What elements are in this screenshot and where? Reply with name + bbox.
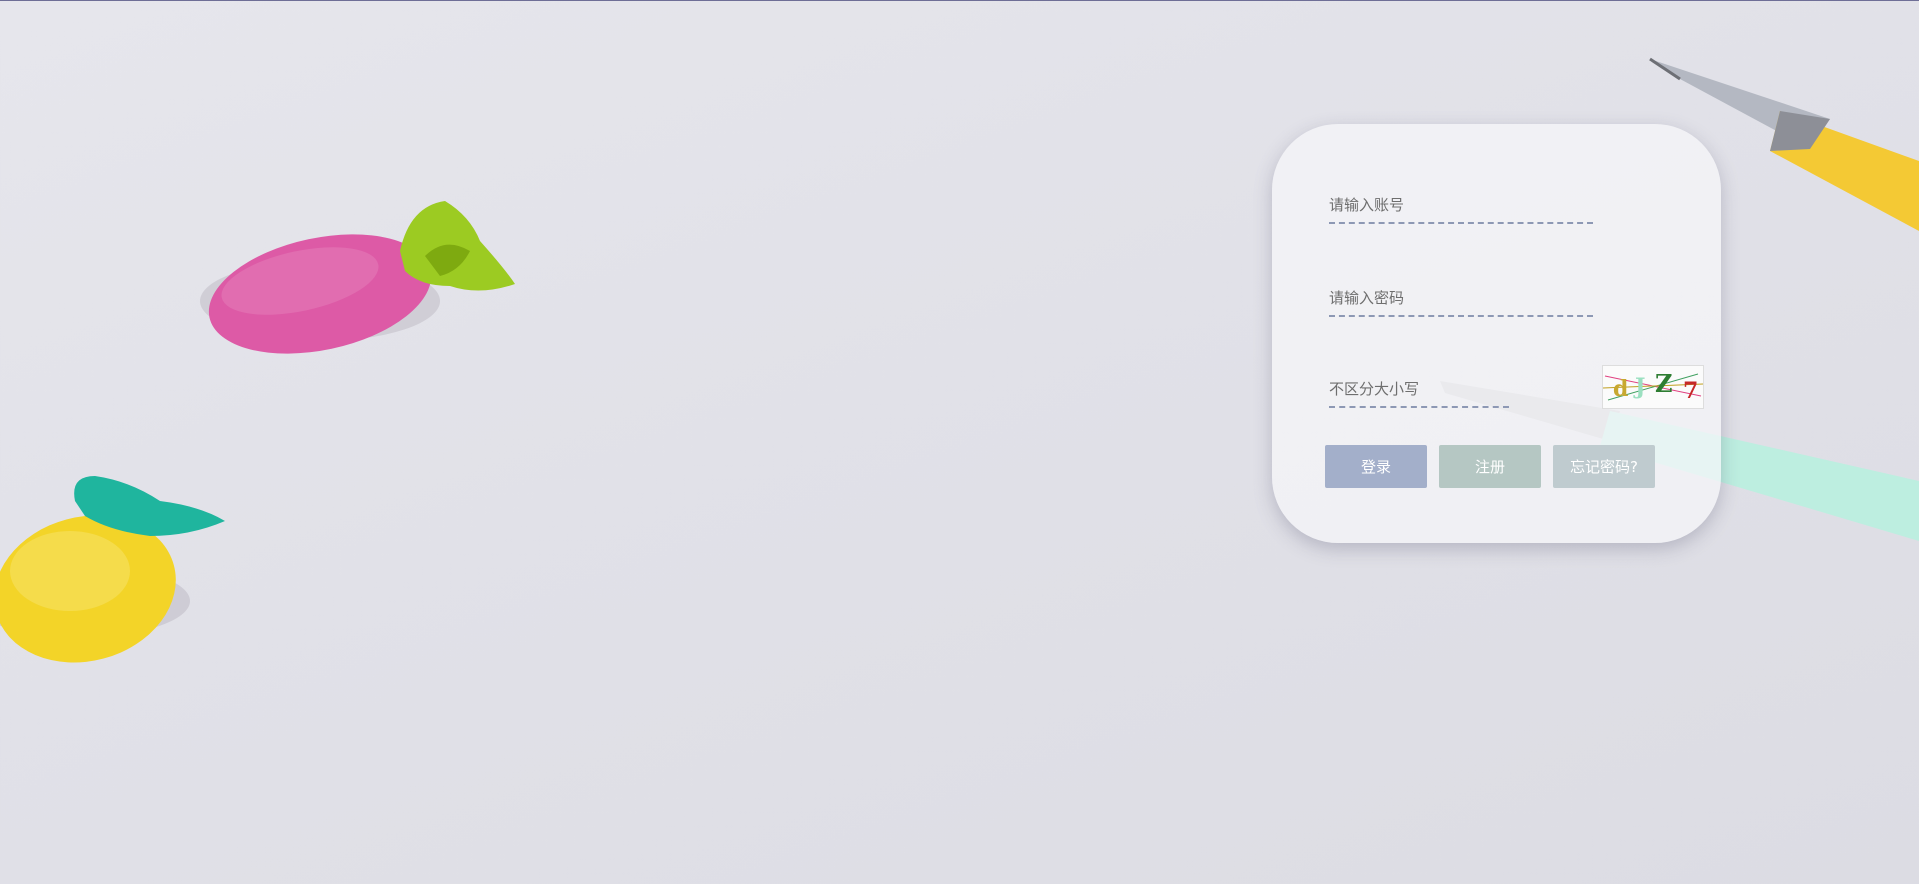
- register-button[interactable]: 注册: [1439, 445, 1541, 488]
- svg-text:7: 7: [1683, 378, 1698, 404]
- forgot-password-button[interactable]: 忘记密码?: [1553, 445, 1655, 488]
- account-input[interactable]: [1329, 190, 1593, 220]
- yellow-pineapple-eraser-image: [0, 476, 226, 663]
- captcha-image[interactable]: d J Z 7: [1602, 365, 1704, 409]
- captcha-field: [1329, 374, 1509, 408]
- captcha-input[interactable]: [1329, 374, 1509, 404]
- password-input[interactable]: [1329, 283, 1593, 313]
- svg-text:d: d: [1613, 376, 1628, 402]
- svg-text:J: J: [1633, 374, 1645, 400]
- login-card: d J Z 7 登录 注册 忘记密码?: [1272, 124, 1721, 543]
- account-field: [1329, 190, 1593, 224]
- password-field: [1329, 283, 1593, 317]
- login-button[interactable]: 登录: [1325, 445, 1427, 488]
- pink-pineapple-eraser-image: [200, 201, 515, 354]
- svg-text:Z: Z: [1655, 369, 1673, 398]
